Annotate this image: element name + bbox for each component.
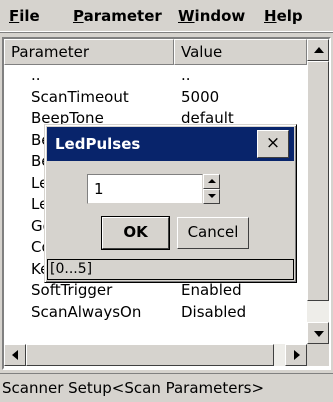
scroll-left-button[interactable] (4, 344, 26, 366)
scrollbar-corner (307, 344, 329, 366)
menu-help[interactable]: Help (258, 0, 328, 32)
cell-value: 5000 (181, 87, 220, 106)
arrow-down-icon (314, 331, 324, 337)
table-row[interactable]: ScanTimeout 5000 (4, 87, 307, 109)
value-input[interactable]: 1 (87, 174, 203, 204)
menu-window[interactable]: Window (170, 0, 258, 32)
scroll-down-button[interactable] (307, 322, 329, 344)
cell-value: Disabled (181, 302, 247, 321)
value-spinner (203, 174, 220, 204)
list-header: Parameter Value (4, 39, 307, 65)
cancel-button[interactable]: Cancel (177, 217, 249, 249)
scroll-right-button[interactable] (285, 344, 307, 366)
cell-value: .. (181, 66, 191, 84)
spin-down-button[interactable] (203, 189, 220, 204)
menu-file[interactable]: File (0, 0, 64, 32)
ok-button[interactable]: OK (102, 217, 169, 249)
table-row[interactable]: .... (4, 65, 307, 87)
scroll-up-button[interactable] (307, 39, 329, 61)
menu-parameter[interactable]: Parameter (64, 0, 170, 32)
horizontal-scroll-thumb[interactable] (26, 344, 274, 366)
menu-bar: File Parameter Window Help (0, 0, 333, 33)
spin-down-icon (208, 194, 216, 198)
close-icon: × (265, 133, 281, 153)
column-header-parameter[interactable]: Parameter (4, 39, 174, 65)
arrow-left-icon (12, 350, 18, 360)
range-label: [0...5] (47, 259, 294, 280)
status-bar: Scanner Setup<Scan Parameters> (0, 373, 333, 402)
spin-up-icon (208, 179, 216, 183)
cell-parameter: .. (31, 66, 41, 84)
vertical-scroll-thumb[interactable] (307, 61, 329, 301)
arrow-up-icon (314, 47, 324, 53)
horizontal-scrollbar[interactable] (4, 344, 307, 366)
arrow-right-icon (294, 350, 300, 360)
vertical-scrollbar[interactable] (307, 39, 329, 344)
close-button[interactable]: × (257, 130, 289, 158)
dialog-title: LedPulses (55, 135, 141, 153)
table-row[interactable]: SoftTrigger Enabled (4, 280, 307, 302)
spin-up-button[interactable] (203, 174, 220, 189)
table-row[interactable]: ScanAlwaysOn Disabled (4, 302, 307, 324)
ledpulses-dialog: LedPulses × 1 OK Cancel [0...5] (44, 124, 297, 283)
cell-value: Enabled (181, 281, 242, 299)
cell-parameter: ScanTimeout (31, 87, 129, 106)
status-text: Scanner Setup<Scan Parameters> (2, 379, 265, 397)
cell-parameter: ScanAlwaysOn (31, 302, 142, 321)
cell-parameter: SoftTrigger (31, 281, 113, 299)
column-header-value[interactable]: Value (174, 39, 307, 65)
